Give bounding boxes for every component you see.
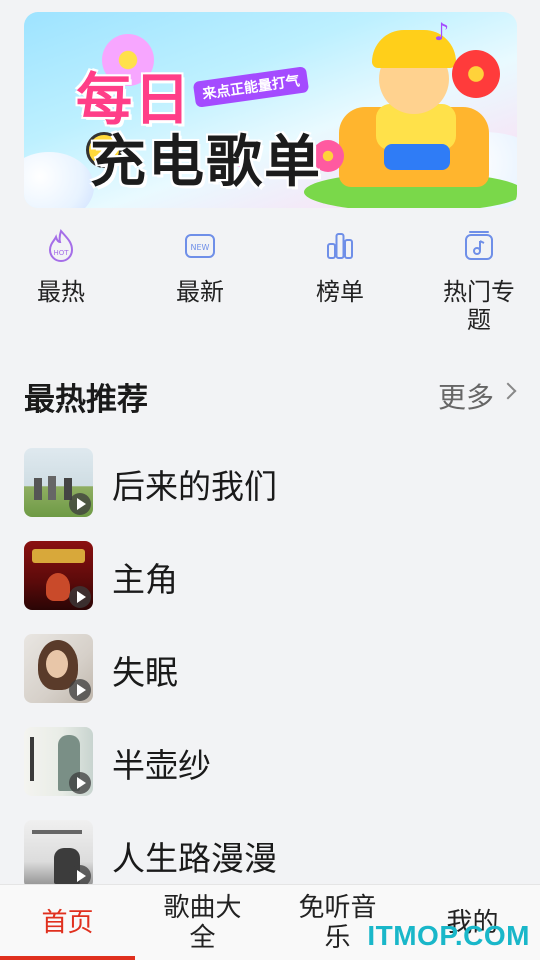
hot-icon: HOT	[48, 229, 74, 262]
section-title: 最热推荐	[24, 382, 148, 418]
song-title: 失眠	[112, 653, 178, 692]
album-cover	[24, 634, 93, 703]
more-label: 更多	[437, 381, 494, 414]
album-cover	[24, 448, 93, 517]
banner-title-line1: 每日	[76, 68, 192, 133]
album-cover	[24, 820, 93, 889]
song-item[interactable]: 人生路漫漫	[24, 820, 516, 890]
quick-nav-charts[interactable]: 榜单	[285, 226, 395, 306]
music-note-icon: ♪	[434, 18, 450, 46]
tab-home[interactable]: 首页	[0, 885, 135, 960]
tab-label: 首页	[41, 908, 94, 938]
song-title: 后来的我们	[112, 467, 277, 506]
play-icon[interactable]	[69, 772, 91, 794]
daily-playlist-banner[interactable]: ♪ ♫ 每日 充电歌单 来点正能量打气	[24, 12, 517, 208]
quick-nav-hot[interactable]: HOT 最热	[6, 226, 116, 306]
song-title: 主角	[112, 560, 178, 599]
red-flower-icon	[452, 50, 500, 98]
tab-label: 歌曲大全	[163, 893, 242, 953]
banner-title-line2: 充电歌单	[90, 130, 322, 195]
album-cover	[24, 727, 93, 796]
song-item[interactable]: 后来的我们	[24, 448, 516, 518]
quick-nav: HOT 最热 NEW 最新 榜单 热门专题	[0, 226, 540, 356]
new-icon: NEW	[185, 234, 215, 258]
quick-nav-topics[interactable]: 热门专题	[424, 226, 534, 334]
music-album-icon	[465, 231, 493, 260]
watermark-logo: ITMOP.COM	[367, 920, 530, 951]
play-icon[interactable]	[69, 679, 91, 701]
play-icon[interactable]	[69, 586, 91, 608]
quick-nav-label: 最新	[176, 278, 224, 306]
girl-legs-illustration	[384, 144, 450, 170]
quick-nav-label: 最热	[37, 278, 85, 306]
album-cover	[24, 541, 93, 610]
quick-nav-label: 热门专题	[443, 278, 515, 334]
chevron-right-icon	[499, 382, 517, 400]
play-icon[interactable]	[69, 493, 91, 515]
song-title: 人生路漫漫	[112, 839, 277, 878]
song-item[interactable]: 失眠	[24, 634, 516, 704]
quick-nav-new[interactable]: NEW 最新	[145, 226, 255, 306]
song-item[interactable]: 主角	[24, 541, 516, 611]
hot-badge-text: HOT	[53, 249, 69, 257]
new-badge-text: NEW	[191, 243, 210, 252]
song-item[interactable]: 半壶纱	[24, 727, 516, 797]
song-title: 半壶纱	[112, 746, 211, 785]
quick-nav-label: 榜单	[316, 278, 364, 306]
tab-song-library[interactable]: 歌曲大全	[135, 885, 270, 960]
more-button[interactable]: 更多	[437, 376, 517, 416]
chart-bars-icon	[327, 233, 353, 259]
